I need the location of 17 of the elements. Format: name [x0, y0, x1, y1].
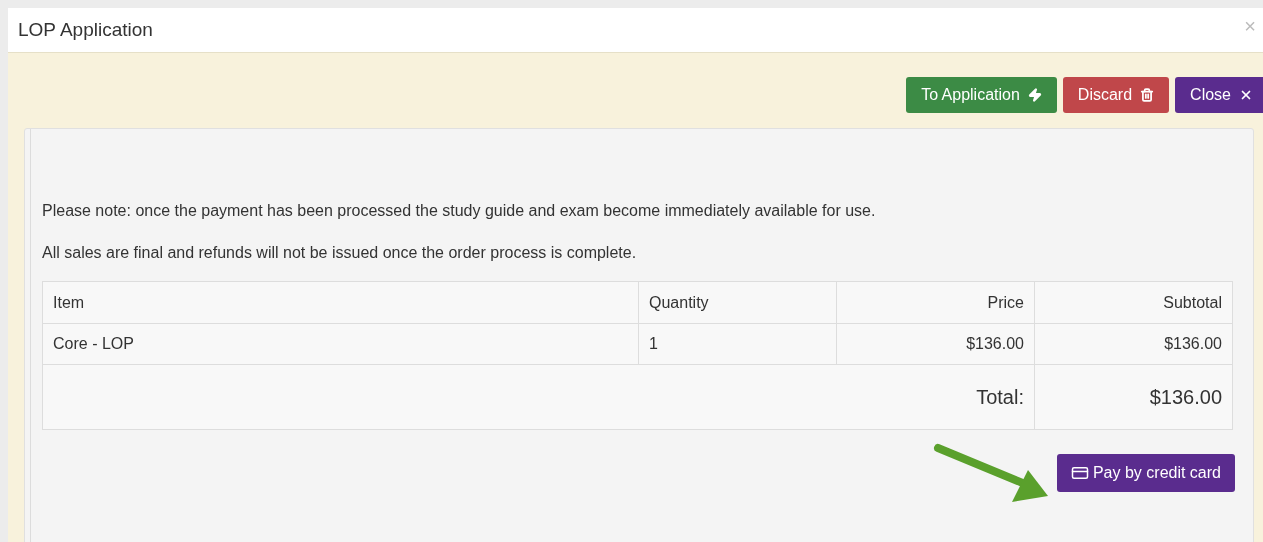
total-value: $136.00	[1034, 364, 1233, 430]
application-button[interactable]: To Application	[906, 77, 1057, 113]
column-header: Item	[42, 281, 639, 324]
notice-text: Please note: once the payment has been processed the study guide and exam become immediately available for use.	[42, 201, 877, 221]
total-label: Total:	[42, 364, 1035, 430]
column-header: Price	[836, 281, 1035, 324]
column-header: Subtotal	[1034, 281, 1233, 324]
discard-button[interactable]: Discard	[1062, 77, 1170, 113]
table-cell: Core - LOP	[42, 323, 639, 365]
column-header: Quantity	[638, 281, 837, 324]
table-cell: 1	[638, 323, 837, 365]
table-cell: $136.00	[1034, 323, 1233, 365]
notice-text: All sales are final and refunds will not be issued once the order process is complete.	[42, 243, 638, 263]
close-button[interactable]: Close	[1175, 77, 1263, 113]
table-cell: $136.00	[836, 323, 1035, 365]
pay-button[interactable]: Pay by credit card	[1056, 454, 1235, 492]
window-title: LOP Application	[18, 17, 153, 42]
